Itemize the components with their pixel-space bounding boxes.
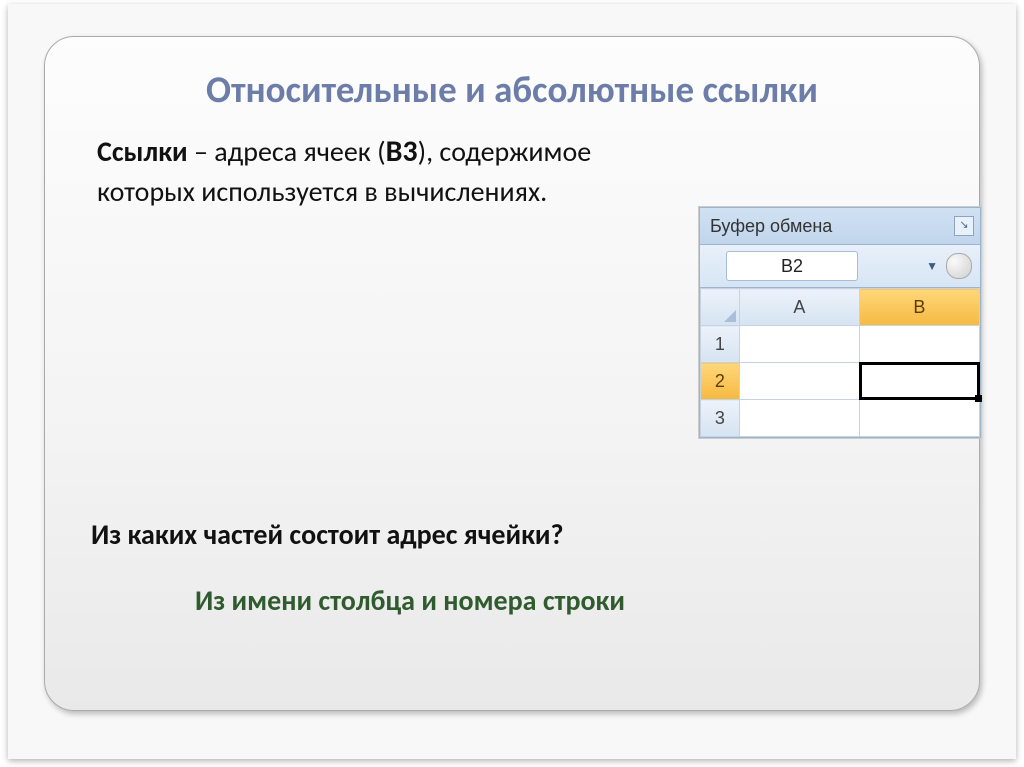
slide-title: Относительные и абсолютные ссылки (85, 67, 939, 112)
ribbon-group-label: Буфер обмена (710, 216, 832, 236)
excel-fragment: Буфер обмена ↘ B2 ▼ A B 1 (699, 207, 981, 438)
term-ssylki: Ссылки (97, 134, 188, 169)
insert-function-icon[interactable] (946, 253, 972, 279)
ribbon-group-clipboard: Буфер обмена ↘ (700, 208, 980, 245)
cell-ref-example: В3 (386, 133, 418, 170)
select-all-corner[interactable] (701, 289, 740, 326)
cell-a3[interactable] (739, 400, 859, 437)
row-header-3[interactable]: 3 (701, 400, 740, 437)
answer-text: Из имени столбца и номера строки (195, 583, 625, 618)
body-text-1: – адреса ячеек ( (188, 134, 386, 169)
slide-body: Ссылки – адреса ячеек (В3), содержимое к… (85, 132, 939, 210)
body-text-line2: которых используется в вычислениях. (97, 174, 547, 209)
row-header-1[interactable]: 1 (701, 326, 740, 363)
dialog-launcher-icon[interactable]: ↘ (954, 216, 974, 236)
cell-a2[interactable] (739, 363, 859, 400)
cell-b2-active[interactable] (859, 363, 979, 400)
column-header-a[interactable]: A (739, 289, 859, 326)
slide-outer: Относительные и абсолютные ссылки Ссылки… (8, 4, 1016, 759)
cell-b3[interactable] (859, 400, 979, 437)
question-text: Из каких частей состоит адрес ячейки? (91, 517, 563, 552)
name-box-dropdown-icon[interactable]: ▼ (926, 259, 938, 273)
cell-b1[interactable] (859, 326, 979, 363)
name-box[interactable]: B2 (726, 251, 858, 281)
slide-frame: Относительные и абсолютные ссылки Ссылки… (44, 36, 980, 711)
body-text-2: ), содержимое (418, 134, 592, 169)
cell-a1[interactable] (739, 326, 859, 363)
formula-bar-row: B2 ▼ (700, 245, 980, 288)
column-header-b[interactable]: B (859, 289, 979, 326)
row-header-2[interactable]: 2 (701, 363, 740, 400)
name-box-value: B2 (781, 256, 803, 276)
worksheet-grid: A B 1 2 3 (700, 288, 980, 437)
